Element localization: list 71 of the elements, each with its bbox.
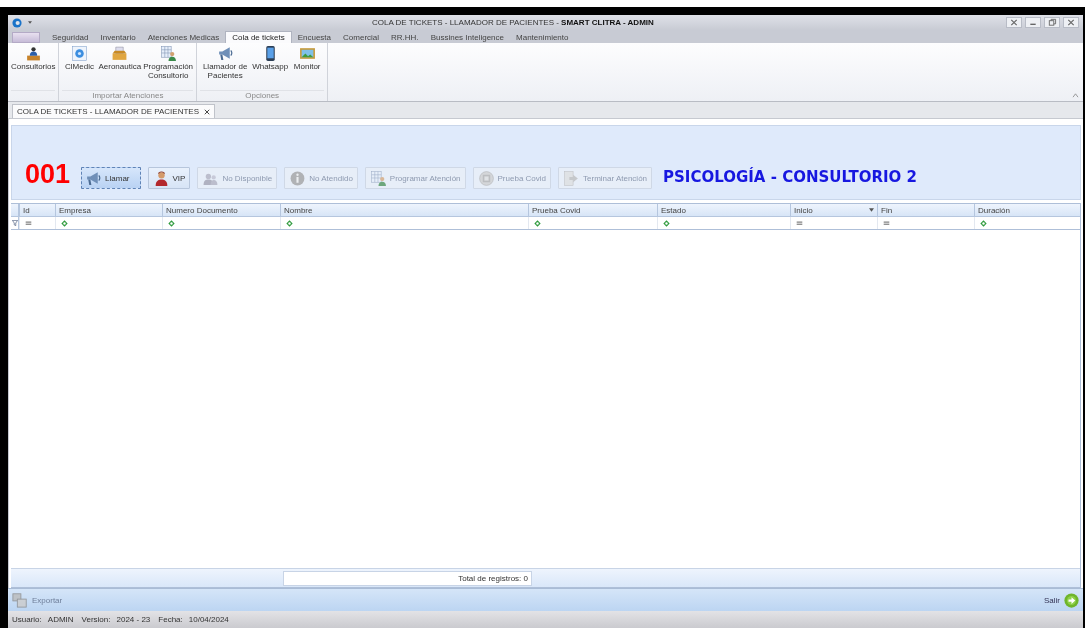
- ribbon-button[interactable]: Whatsapp: [252, 45, 289, 90]
- ribbon-toggle-icon[interactable]: [1006, 17, 1022, 28]
- megaphone-icon: [85, 169, 103, 187]
- restore-icon[interactable]: [1044, 17, 1060, 28]
- diamond-icon[interactable]: [663, 219, 670, 227]
- column-header[interactable]: Fin: [877, 204, 974, 216]
- exit-button[interactable]: Salir: [1044, 592, 1079, 608]
- status-value: ADMIN: [47, 615, 74, 624]
- equals-icon[interactable]: [796, 219, 803, 227]
- column-header[interactable]: Inicio: [790, 204, 877, 216]
- dropdown-icon[interactable]: [28, 21, 32, 24]
- equals-icon[interactable]: [883, 219, 890, 227]
- diamond-icon[interactable]: [61, 219, 68, 227]
- menu-tab[interactable]: Bussines Inteligence: [424, 32, 510, 43]
- record-count: Total de registros: 0: [283, 570, 532, 586]
- group-label: Importar Atenciones: [62, 90, 194, 101]
- column-header[interactable]: Prueba Covid: [528, 204, 657, 216]
- square-target-icon: [477, 169, 495, 187]
- column-header[interactable]: Estado: [657, 204, 790, 216]
- window-title: COLA DE TICKETS - LLAMADOR DE PACIENTES - SMART CLITRA - ADMIN: [372, 18, 655, 27]
- dropdown-icon[interactable]: [869, 208, 874, 212]
- arrow-icon: [1064, 592, 1079, 608]
- menu-tab[interactable]: Mantenimiento: [510, 32, 575, 43]
- room-title: PSICOLOGÍA - CONSULTORIO 2: [663, 168, 918, 186]
- megaphone-icon: [216, 45, 234, 62]
- ribbon-button[interactable]: ClMedic: [62, 45, 97, 90]
- filter-icon[interactable]: [11, 220, 18, 226]
- menu-tab[interactable]: Comercial: [337, 32, 386, 43]
- calendar-person-icon: [369, 169, 387, 187]
- diamond-icon[interactable]: [286, 219, 293, 227]
- app-logo-icon: [12, 17, 22, 28]
- ticket-number: 001: [25, 161, 71, 188]
- landscape-picture-icon: [298, 45, 316, 62]
- status-label: Usuario:: [12, 615, 42, 624]
- status-value: 2024 - 23: [116, 615, 151, 624]
- ribbon-button[interactable]: Llamador de Pacientes: [200, 45, 251, 90]
- ribbon-button[interactable]: Consultorios: [11, 45, 56, 90]
- door-arrow-icon: [563, 169, 580, 187]
- menu-tab[interactable]: Cola de tickets: [225, 31, 292, 43]
- ribbon-button[interactable]: Monitor: [290, 45, 325, 90]
- minimize-icon[interactable]: [1025, 17, 1041, 28]
- ribbon-button[interactable]: Aeronautica: [98, 45, 142, 90]
- menu-tab[interactable]: RR.HH.: [385, 32, 425, 43]
- close-icon[interactable]: [203, 108, 210, 115]
- document-tab[interactable]: COLA DE TICKETS - LLAMADOR DE PACIENTES: [12, 104, 215, 118]
- diamond-icon[interactable]: [534, 219, 541, 227]
- column-header[interactable]: Id: [19, 204, 55, 216]
- menu-tab[interactable]: Atenciones Medicas: [141, 32, 226, 43]
- column-header[interactable]: Numero Documento: [162, 204, 280, 216]
- action-button[interactable]: VIP: [147, 167, 191, 189]
- action-button[interactable]: Llamar: [81, 167, 141, 189]
- person-at-desk-icon: [24, 45, 42, 62]
- ribbon-button[interactable]: Programación Consultorio: [143, 45, 194, 90]
- calendar-person-icon: [159, 45, 177, 62]
- collapse-icon[interactable]: [1072, 93, 1079, 98]
- tray-icon: [111, 45, 129, 62]
- menu-tab[interactable]: Seguridad: [46, 32, 95, 43]
- column-header[interactable]: Empresa: [55, 204, 162, 216]
- documents-icon: [12, 592, 28, 608]
- status-label: Version:: [81, 615, 111, 624]
- column-header[interactable]: Nombre: [280, 204, 528, 216]
- equals-icon[interactable]: [25, 219, 32, 227]
- diamond-icon[interactable]: [980, 219, 987, 227]
- group-label: Opciones: [200, 90, 325, 101]
- menu-tab[interactable]: Encuesta: [291, 32, 338, 43]
- status-value: 10/04/2024: [188, 615, 229, 624]
- menu-tab[interactable]: Inventario: [94, 32, 142, 43]
- info-icon: [289, 169, 307, 187]
- diamond-icon[interactable]: [168, 219, 175, 227]
- column-header[interactable]: Duración: [974, 204, 1080, 216]
- status-label: Fecha:: [158, 615, 183, 624]
